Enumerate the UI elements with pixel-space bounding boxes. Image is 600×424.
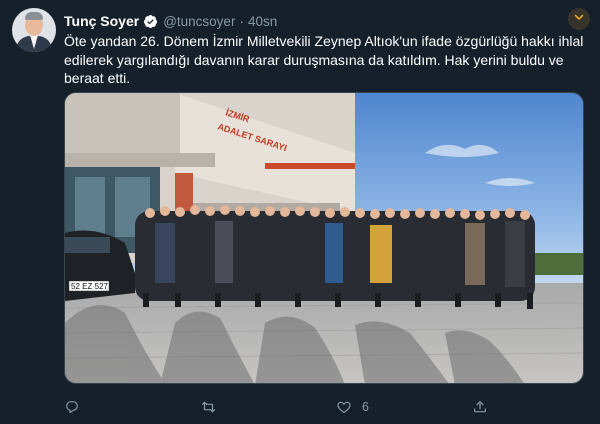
avatar-hair: [25, 12, 43, 20]
crowd: [135, 205, 535, 309]
avatar[interactable]: [12, 8, 56, 52]
tweet-actions: 6: [64, 397, 584, 417]
retweet-icon: [200, 399, 217, 415]
tweet-header: Tunç Soyer @tuncsoyer · 40sn: [64, 12, 277, 30]
tweet-text: Öte yandan 26. Dönem İzmir Milletvekili …: [64, 33, 584, 86]
separator: ·: [239, 13, 244, 29]
tweet-photo[interactable]: İZMİR ADALET SARAYI 52 EZ 527: [64, 92, 584, 384]
verified-badge-icon: [143, 14, 158, 29]
share-button[interactable]: [472, 397, 498, 417]
share-icon: [472, 399, 488, 415]
reply-button[interactable]: [64, 397, 90, 417]
more-options-button[interactable]: [568, 8, 590, 30]
heart-icon: [336, 399, 352, 415]
chevron-down-icon: [573, 10, 585, 28]
author-handle[interactable]: @tuncsoyer: [163, 14, 235, 29]
reply-icon: [64, 399, 80, 415]
author-name[interactable]: Tunç Soyer: [64, 13, 139, 29]
like-count: 6: [362, 400, 369, 414]
tweet[interactable]: Tunç Soyer @tuncsoyer · 40sn Öte yandan …: [0, 0, 600, 424]
like-button[interactable]: 6: [336, 397, 369, 417]
retweet-button[interactable]: [200, 397, 227, 417]
license-plate: 52 EZ 527: [71, 282, 108, 291]
timestamp[interactable]: 40sn: [248, 14, 277, 29]
